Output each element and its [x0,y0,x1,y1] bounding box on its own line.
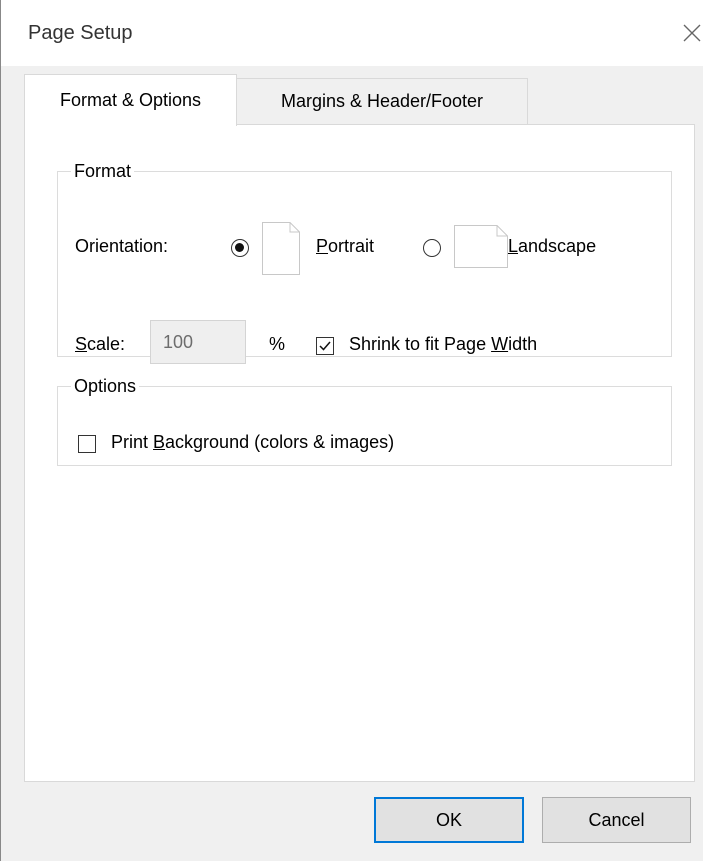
title-bar: Page Setup [1,0,703,66]
shrink-to-fit-checkbox[interactable] [316,337,334,355]
ok-button[interactable]: OK [374,797,524,843]
tab-margins-header-footer[interactable]: Margins & Header/Footer [236,78,528,124]
landscape-label[interactable]: Landscape [508,236,596,257]
landscape-page-icon [454,225,508,268]
portrait-radio[interactable] [231,239,249,257]
tab-panel-format-options: Format Orientation: Portrait Landscape S… [24,124,695,782]
landscape-radio[interactable] [423,239,441,257]
tab-format-options[interactable]: Format & Options [24,74,237,126]
cancel-button[interactable]: Cancel [542,797,691,843]
format-group: Format Orientation: Portrait Landscape S… [57,161,672,364]
scale-label: Scale: [75,334,126,354]
format-group-legend: Format [74,161,132,181]
scale-input[interactable]: 100 [150,320,246,364]
print-background-checkbox[interactable] [78,435,96,453]
tab-label: Format & Options [59,90,202,110]
close-button[interactable] [675,16,703,50]
print-background-label[interactable]: Print Background (colors & images) [111,432,394,453]
page-setup-dialog: Page Setup Format & Options Margins & He… [0,0,703,861]
tab-label: Margins & Header/Footer [280,91,484,111]
close-icon [683,24,701,42]
portrait-label[interactable]: Portrait [316,236,374,257]
shrink-to-fit-label[interactable]: Shrink to fit Page Width [349,334,537,355]
options-group-legend: Options [74,376,137,396]
orientation-label: Orientation: [75,236,169,256]
checkmark-icon [319,341,331,351]
options-group: Options Print Background (colors & image… [57,376,672,466]
scale-unit: % [269,334,286,354]
dialog-title: Page Setup [28,22,133,44]
portrait-page-icon [262,222,300,275]
